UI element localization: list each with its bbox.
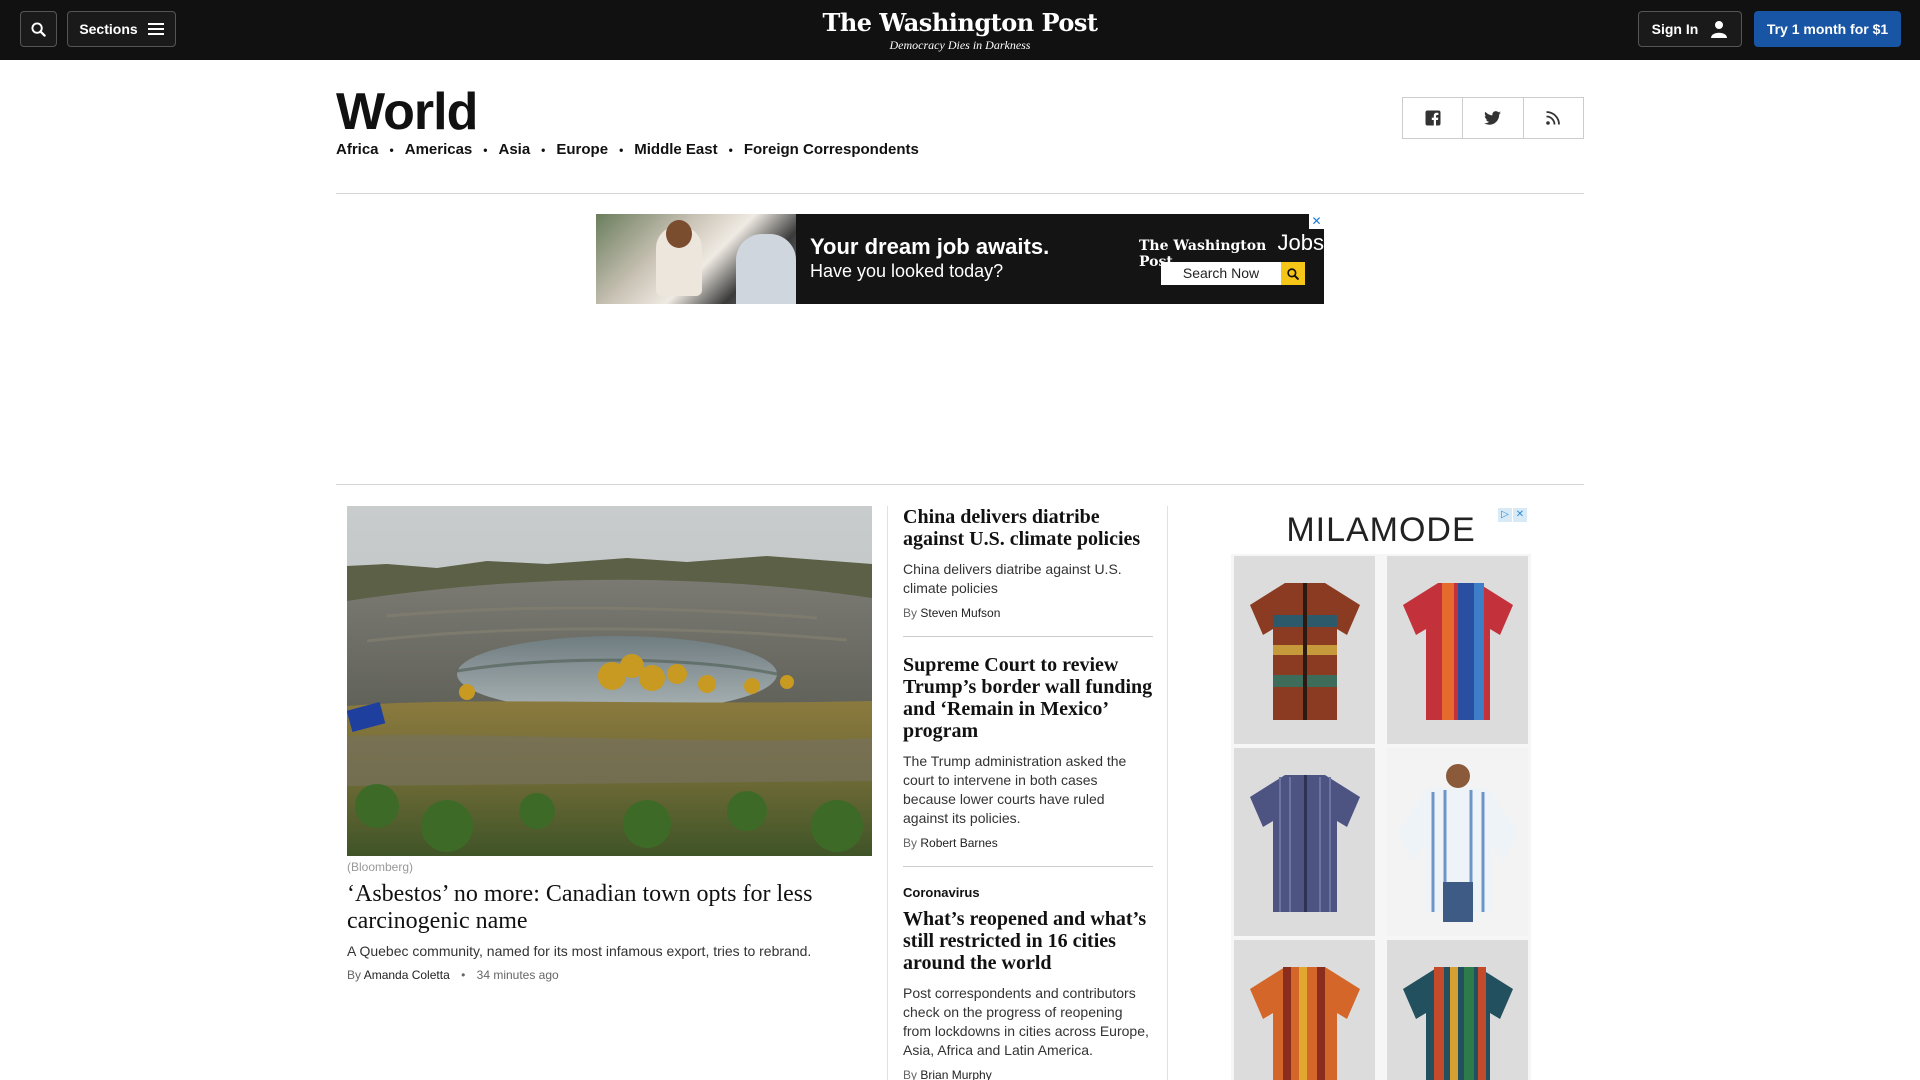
top-bar: Sections The Washington Post Democracy D… <box>0 0 1920 60</box>
section-subnav: Africa • Americas • Asia • Europe • Midd… <box>336 141 919 158</box>
subnav-item-middle-east[interactable]: Middle East <box>634 141 717 158</box>
story-headline[interactable]: Supreme Court to review Trump’s border w… <box>903 654 1153 742</box>
story-item: Coronavirus What’s reopened and what’s s… <box>903 885 1153 1080</box>
byline-prefix: By <box>903 1068 918 1080</box>
twitter-icon <box>1484 111 1502 125</box>
subnav-item-americas[interactable]: Americas <box>405 141 473 158</box>
story-item: Supreme Court to review Trump’s border w… <box>903 654 1153 850</box>
sign-in-label: Sign In <box>1651 21 1699 37</box>
ad-photo <box>596 214 796 304</box>
byline-prefix: By <box>903 836 918 850</box>
ad-brand-suffix: Jobs <box>1277 230 1324 255</box>
ad-choices[interactable]: ▷ ✕ <box>1498 508 1527 522</box>
subnav-separator: • <box>619 142 624 157</box>
lead-story-image[interactable] <box>347 506 872 856</box>
byline-author[interactable]: Steven Mufson <box>920 606 1000 620</box>
shirt-image <box>1397 764 1518 922</box>
shirt-image <box>1402 583 1513 720</box>
ad-close-icon[interactable]: ✕ <box>1513 508 1527 522</box>
sign-in-button[interactable]: Sign In <box>1638 11 1742 47</box>
story-divider <box>903 636 1153 637</box>
shirt-ad[interactable]: MILAMODE ▷ ✕ <box>1231 506 1531 1080</box>
product-shirt[interactable] <box>1234 940 1375 1080</box>
subnav-separator: • <box>541 142 546 157</box>
facebook-icon <box>1425 110 1441 126</box>
product-shirt[interactable] <box>1234 556 1375 744</box>
masthead[interactable]: The Washington Post Democracy Dies in Da… <box>810 8 1110 53</box>
story-blurb: The Trump administration asked the court… <box>903 753 1127 826</box>
subscribe-button[interactable]: Try 1 month for $1 <box>1754 11 1901 47</box>
ad-search-box[interactable]: Search Now <box>1161 262 1305 285</box>
site-tagline: Democracy Dies in Darkness <box>889 38 1031 52</box>
lead-story-headline[interactable]: ‘Asbestos’ no more: Canadian town opts f… <box>347 881 872 935</box>
product-shirt[interactable] <box>1387 556 1528 744</box>
rss-icon <box>1546 111 1561 125</box>
product-shirt[interactable] <box>1234 748 1375 936</box>
subnav-item-africa[interactable]: Africa <box>336 141 379 158</box>
ad-subline: Have you looked today? <box>810 261 1004 281</box>
story-blurb: China delivers diatribe against U.S. cli… <box>903 561 1122 596</box>
shirt-image <box>1402 967 1513 1080</box>
byline-author[interactable]: Amanda Coletta <box>364 968 450 982</box>
menu-icon <box>147 23 164 35</box>
search-button[interactable] <box>20 11 57 47</box>
jobs-ad-banner[interactable]: Your dream job awaits. Have you looked t… <box>596 214 1324 304</box>
byline-time: 34 minutes ago <box>476 968 559 982</box>
subnav-item-foreign-correspondents[interactable]: Foreign Correspondents <box>744 141 919 158</box>
ad-photo-figure <box>736 234 796 304</box>
adchoices-icon[interactable]: ▷ <box>1498 508 1512 522</box>
share-buttons <box>1402 97 1584 139</box>
image-credit: (Bloomberg) <box>347 860 414 874</box>
story-kicker[interactable]: Coronavirus <box>903 885 1153 900</box>
product-shirt[interactable] <box>1387 748 1528 936</box>
story-byline: By Steven Mufson <box>903 606 1153 620</box>
twitter-button[interactable] <box>1463 98 1524 138</box>
sections-label: Sections <box>79 21 138 37</box>
lead-image-scene <box>347 506 872 856</box>
byline-author[interactable]: Robert Barnes <box>920 836 997 850</box>
user-icon <box>1711 21 1728 38</box>
column-divider <box>1167 506 1168 1080</box>
shirt-image <box>1249 967 1360 1080</box>
sections-button[interactable]: Sections <box>67 11 176 47</box>
page-title: World <box>336 83 478 141</box>
story-blurb: Post correspondents and contributors che… <box>903 985 1149 1058</box>
shirt-image <box>1249 775 1360 912</box>
story-item: China delivers diatribe against U.S. cli… <box>903 506 1153 620</box>
byline-separator: • <box>461 968 466 982</box>
site-logo[interactable]: The Washington Post <box>810 8 1110 37</box>
shirt-image <box>1249 583 1360 720</box>
story-headline[interactable]: What’s reopened and what’s still restric… <box>903 908 1153 974</box>
divider <box>336 484 1584 485</box>
search-icon <box>31 21 46 37</box>
lead-story-blurb: A Quebec community, named for its most i… <box>347 943 812 959</box>
rss-button[interactable] <box>1524 98 1583 138</box>
product-grid <box>1234 556 1528 1080</box>
ad-headline: Your dream job awaits. <box>810 234 1050 259</box>
byline-author[interactable]: Brian Murphy <box>920 1068 991 1080</box>
story-headline[interactable]: China delivers diatribe against U.S. cli… <box>903 506 1153 550</box>
product-shirt[interactable] <box>1387 940 1528 1080</box>
ad-photo-head <box>666 220 692 248</box>
subnav-item-asia[interactable]: Asia <box>498 141 530 158</box>
subnav-separator: • <box>483 142 488 157</box>
search-icon <box>1287 267 1299 280</box>
ad-search-button[interactable] <box>1281 262 1305 285</box>
story-byline: By Robert Barnes <box>903 836 1153 850</box>
story-divider <box>903 866 1153 867</box>
ad-close-icon[interactable]: ✕ <box>1309 214 1324 229</box>
byline-prefix: By <box>347 968 362 982</box>
byline-prefix: By <box>903 606 918 620</box>
column-divider <box>887 506 888 1080</box>
story-byline: By Brian Murphy <box>903 1068 1153 1080</box>
ad-brand: MILAMODE <box>1231 506 1531 554</box>
facebook-button[interactable] <box>1403 98 1464 138</box>
subnav-separator: • <box>728 142 733 157</box>
ad-search-label[interactable]: Search Now <box>1161 262 1281 285</box>
subnav-separator: • <box>389 142 394 157</box>
divider <box>336 193 1584 194</box>
lead-story-byline: By Amanda Coletta • 34 minutes ago <box>347 968 559 982</box>
subnav-item-europe[interactable]: Europe <box>556 141 608 158</box>
